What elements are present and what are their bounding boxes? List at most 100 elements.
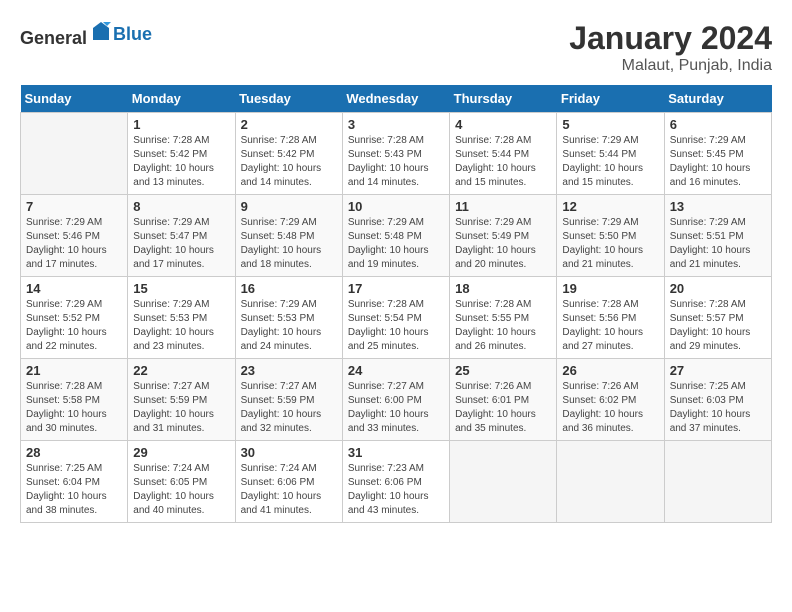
header: General Blue January 2024 Malaut, Punjab… — [20, 20, 772, 75]
calendar-day-cell: 3Sunrise: 7:28 AMSunset: 5:43 PMDaylight… — [342, 113, 449, 195]
day-number: 23 — [241, 363, 337, 378]
weekday-header: Saturday — [664, 85, 771, 113]
day-info: Sunrise: 7:28 AMSunset: 5:42 PMDaylight:… — [241, 134, 337, 190]
calendar-week-row: 14 Sunrise: 7:29 AMSunset: 5:52 PMDayligh… — [21, 277, 772, 359]
day-info: Sunrise: 7:26 AMSunset: 6:01 PMDaylight:… — [455, 380, 551, 436]
day-number: 31 — [348, 445, 444, 460]
calendar-week-row: 21 Sunrise: 7:28 AMSunset: 5:58 PMDayligh… — [21, 359, 772, 441]
calendar-day-cell: 19 Sunrise: 7:28 AMSunset: 5:56 PMDayligh… — [557, 277, 664, 359]
day-number: 10 — [348, 199, 444, 214]
calendar-day-cell: 16Sunrise: 7:29 AMSunset: 5:53 PMDayligh… — [235, 277, 342, 359]
location-title: Malaut, Punjab, India — [569, 57, 772, 75]
day-info: Sunrise: 7:24 AMSunset: 6:05 PMDaylight:… — [133, 462, 229, 518]
day-number: 26 — [562, 363, 658, 378]
day-info: Sunrise: 7:28 AMSunset: 5:54 PMDaylight:… — [348, 298, 444, 354]
day-number: 13 — [670, 199, 766, 214]
day-info: Sunrise: 7:29 AMSunset: 5:52 PMDaylight:… — [26, 298, 122, 354]
day-info: Sunrise: 7:29 AMSunset: 5:45 PMDaylight:… — [670, 134, 766, 190]
day-info: Sunrise: 7:29 AMSunset: 5:53 PMDaylight:… — [133, 298, 229, 354]
day-number: 28 — [26, 445, 122, 460]
calendar-day-cell: 31Sunrise: 7:23 AMSunset: 6:06 PMDayligh… — [342, 441, 449, 523]
day-number: 27 — [670, 363, 766, 378]
calendar-day-cell: 13 Sunrise: 7:29 AMSunset: 5:51 PMDayligh… — [664, 195, 771, 277]
calendar-day-cell: 24 Sunrise: 7:27 AMSunset: 6:00 PMDayligh… — [342, 359, 449, 441]
calendar-day-cell: 22Sunrise: 7:27 AMSunset: 5:59 PMDayligh… — [128, 359, 235, 441]
day-info: Sunrise: 7:28 AMSunset: 5:43 PMDaylight:… — [348, 134, 444, 190]
day-number: 21 — [26, 363, 122, 378]
calendar-day-cell: 14 Sunrise: 7:29 AMSunset: 5:52 PMDayligh… — [21, 277, 128, 359]
day-info: Sunrise: 7:27 AMSunset: 6:00 PMDaylight:… — [348, 380, 444, 436]
calendar-day-cell: 1Sunrise: 7:28 AMSunset: 5:42 PMDaylight… — [128, 113, 235, 195]
day-number: 11 — [455, 199, 551, 214]
day-number: 8 — [133, 199, 229, 214]
day-info: Sunrise: 7:28 AMSunset: 5:42 PMDaylight:… — [133, 134, 229, 190]
calendar-day-cell — [21, 113, 128, 195]
logo-icon — [89, 20, 113, 44]
day-number: 2 — [241, 117, 337, 132]
calendar-week-row: 7Sunrise: 7:29 AMSunset: 5:46 PMDaylight… — [21, 195, 772, 277]
calendar-day-cell: 26 Sunrise: 7:26 AMSunset: 6:02 PMDayligh… — [557, 359, 664, 441]
calendar-day-cell: 11 Sunrise: 7:29 AMSunset: 5:49 PMDayligh… — [450, 195, 557, 277]
calendar-day-cell — [664, 441, 771, 523]
day-info: Sunrise: 7:29 AMSunset: 5:49 PMDaylight:… — [455, 216, 551, 272]
day-info: Sunrise: 7:27 AMSunset: 5:59 PMDaylight:… — [241, 380, 337, 436]
calendar-day-cell: 2 Sunrise: 7:28 AMSunset: 5:42 PMDaylight… — [235, 113, 342, 195]
calendar-day-cell: 10Sunrise: 7:29 AMSunset: 5:48 PMDayligh… — [342, 195, 449, 277]
weekday-header: Sunday — [21, 85, 128, 113]
calendar-day-cell: 30 Sunrise: 7:24 AMSunset: 6:06 PMDayligh… — [235, 441, 342, 523]
calendar-day-cell: 28 Sunrise: 7:25 AMSunset: 6:04 PMDayligh… — [21, 441, 128, 523]
day-number: 30 — [241, 445, 337, 460]
day-info: Sunrise: 7:29 AMSunset: 5:51 PMDaylight:… — [670, 216, 766, 272]
calendar-table: SundayMondayTuesdayWednesdayThursdayFrid… — [20, 85, 772, 523]
calendar-day-cell: 17 Sunrise: 7:28 AMSunset: 5:54 PMDayligh… — [342, 277, 449, 359]
day-info: Sunrise: 7:24 AMSunset: 6:06 PMDaylight:… — [241, 462, 337, 518]
day-info: Sunrise: 7:29 AMSunset: 5:50 PMDaylight:… — [562, 216, 658, 272]
day-info: Sunrise: 7:25 AMSunset: 6:03 PMDaylight:… — [670, 380, 766, 436]
calendar-day-cell — [450, 441, 557, 523]
calendar-week-row: 1Sunrise: 7:28 AMSunset: 5:42 PMDaylight… — [21, 113, 772, 195]
day-info: Sunrise: 7:29 AMSunset: 5:48 PMDaylight:… — [241, 216, 337, 272]
calendar-day-cell: 12 Sunrise: 7:29 AMSunset: 5:50 PMDayligh… — [557, 195, 664, 277]
weekday-header: Friday — [557, 85, 664, 113]
day-info: Sunrise: 7:29 AMSunset: 5:44 PMDaylight:… — [562, 134, 658, 190]
day-number: 9 — [241, 199, 337, 214]
day-number: 24 — [348, 363, 444, 378]
day-number: 16 — [241, 281, 337, 296]
weekday-header: Tuesday — [235, 85, 342, 113]
calendar-day-cell: 4Sunrise: 7:28 AMSunset: 5:44 PMDaylight… — [450, 113, 557, 195]
calendar-body: 1Sunrise: 7:28 AMSunset: 5:42 PMDaylight… — [21, 113, 772, 523]
day-info: Sunrise: 7:29 AMSunset: 5:47 PMDaylight:… — [133, 216, 229, 272]
day-number: 12 — [562, 199, 658, 214]
logo: General Blue — [20, 20, 152, 49]
day-number: 14 — [26, 281, 122, 296]
day-info: Sunrise: 7:25 AMSunset: 6:04 PMDaylight:… — [26, 462, 122, 518]
calendar-day-cell: 20Sunrise: 7:28 AMSunset: 5:57 PMDayligh… — [664, 277, 771, 359]
day-number: 25 — [455, 363, 551, 378]
weekday-header: Monday — [128, 85, 235, 113]
calendar-day-cell: 18 Sunrise: 7:28 AMSunset: 5:55 PMDayligh… — [450, 277, 557, 359]
weekday-header: Wednesday — [342, 85, 449, 113]
calendar-day-cell: 6Sunrise: 7:29 AMSunset: 5:45 PMDaylight… — [664, 113, 771, 195]
calendar-day-cell: 27 Sunrise: 7:25 AMSunset: 6:03 PMDayligh… — [664, 359, 771, 441]
calendar-day-cell: 21 Sunrise: 7:28 AMSunset: 5:58 PMDayligh… — [21, 359, 128, 441]
calendar-week-row: 28 Sunrise: 7:25 AMSunset: 6:04 PMDayligh… — [21, 441, 772, 523]
day-number: 18 — [455, 281, 551, 296]
calendar-day-cell: 8 Sunrise: 7:29 AMSunset: 5:47 PMDaylight… — [128, 195, 235, 277]
day-info: Sunrise: 7:28 AMSunset: 5:57 PMDaylight:… — [670, 298, 766, 354]
day-number: 19 — [562, 281, 658, 296]
day-info: Sunrise: 7:28 AMSunset: 5:56 PMDaylight:… — [562, 298, 658, 354]
day-info: Sunrise: 7:28 AMSunset: 5:58 PMDaylight:… — [26, 380, 122, 436]
day-number: 17 — [348, 281, 444, 296]
calendar-day-cell: 23 Sunrise: 7:27 AMSunset: 5:59 PMDayligh… — [235, 359, 342, 441]
day-number: 15 — [133, 281, 229, 296]
day-number: 4 — [455, 117, 551, 132]
day-info: Sunrise: 7:26 AMSunset: 6:02 PMDaylight:… — [562, 380, 658, 436]
calendar-day-cell — [557, 441, 664, 523]
day-info: Sunrise: 7:28 AMSunset: 5:55 PMDaylight:… — [455, 298, 551, 354]
logo-text: General — [20, 20, 113, 49]
day-info: Sunrise: 7:27 AMSunset: 5:59 PMDaylight:… — [133, 380, 229, 436]
calendar-day-cell: 29Sunrise: 7:24 AMSunset: 6:05 PMDayligh… — [128, 441, 235, 523]
calendar-header-row: SundayMondayTuesdayWednesdayThursdayFrid… — [21, 85, 772, 113]
title-area: January 2024 Malaut, Punjab, India — [569, 20, 772, 75]
month-title: January 2024 — [569, 20, 772, 57]
